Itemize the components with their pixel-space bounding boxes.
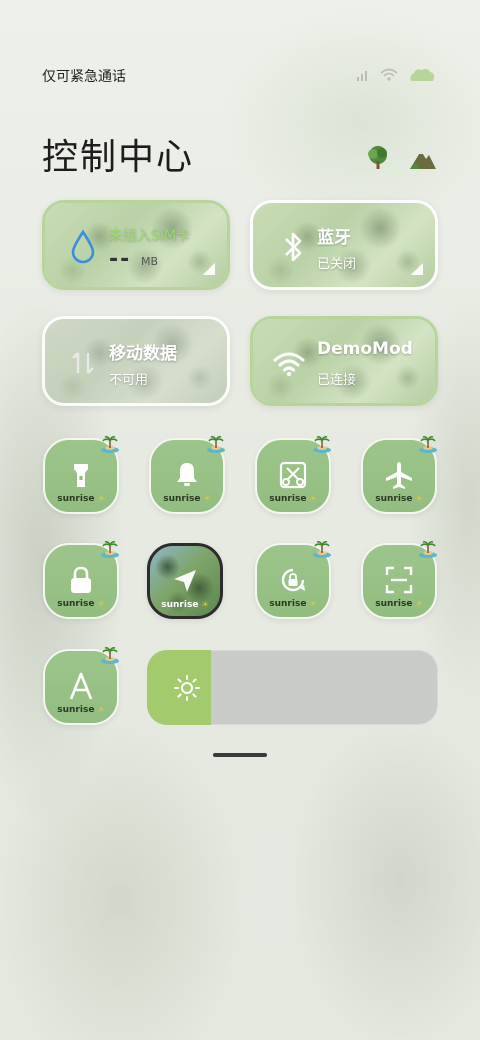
- wifi-status-icon: [380, 68, 398, 81]
- airplane-icon: [386, 462, 412, 489]
- lock-screen-tile[interactable]: sunrise ☀: [43, 541, 119, 619]
- sim-status-text: 未插入SIM卡: [109, 228, 191, 244]
- bluetooth-title: 蓝牙: [317, 228, 351, 248]
- bluetooth-icon: [285, 232, 302, 262]
- page-title: 控制中心: [42, 137, 195, 178]
- water-drop-icon: [71, 229, 95, 264]
- tile-label: sunrise ☀: [375, 494, 423, 504]
- palm-island-icon: [101, 541, 119, 558]
- tile-label: sunrise ☀: [163, 494, 211, 504]
- lock-icon: [71, 566, 91, 593]
- signal-icon: [357, 71, 367, 81]
- tile-label: sunrise ☀: [269, 599, 317, 609]
- tile-label: sunrise ☀: [161, 600, 209, 610]
- font-size-tile[interactable]: sunrise ☀: [43, 647, 119, 725]
- location-tile[interactable]: sunrise ☀: [147, 543, 223, 619]
- expand-corner-icon: [203, 263, 215, 275]
- tile-label: sunrise ☀: [57, 705, 105, 715]
- palm-island-icon: [419, 436, 437, 453]
- status-carrier-text: 仅可紧急通话: [42, 69, 126, 85]
- silent-mode-tile[interactable]: sunrise ☀: [149, 436, 225, 514]
- mobile-data-title: 移动数据: [109, 344, 177, 364]
- tile-label: sunrise ☀: [57, 599, 105, 609]
- tile-label: sunrise ☀: [375, 599, 423, 609]
- wifi-status: 已连接: [317, 373, 357, 388]
- scan-icon: [385, 566, 413, 594]
- tile-label: sunrise ☀: [269, 494, 317, 504]
- palm-island-icon: [207, 436, 225, 453]
- tree-icon[interactable]: [363, 143, 393, 173]
- bell-icon: [177, 463, 197, 486]
- airplane-mode-tile[interactable]: sunrise ☀: [361, 436, 437, 514]
- data-usage-unit: MB: [141, 255, 159, 268]
- mountain-icon[interactable]: [408, 143, 438, 173]
- mobile-data-status: 不可用: [109, 373, 149, 388]
- flashlight-icon: [74, 464, 88, 487]
- data-usage-card[interactable]: 未插入SIM卡 -- MB: [42, 200, 230, 290]
- rotation-lock-icon: [281, 568, 305, 592]
- data-usage-value: --: [109, 247, 132, 272]
- flashlight-tile[interactable]: sunrise ☀: [43, 436, 119, 514]
- palm-island-icon: [419, 541, 437, 558]
- screenshot-scissors-icon: [279, 461, 307, 489]
- palm-island-icon: [101, 436, 119, 453]
- tile-label: sunrise ☀: [57, 494, 105, 504]
- mobile-data-card[interactable]: 移动数据 不可用: [42, 316, 230, 406]
- palm-island-icon: [313, 541, 331, 558]
- bluetooth-card[interactable]: 蓝牙 已关闭: [250, 200, 438, 290]
- scanner-tile[interactable]: sunrise ☀: [361, 541, 437, 619]
- location-arrow-icon: [174, 570, 196, 592]
- status-icons: [356, 66, 436, 84]
- mobile-data-arrows-icon: [72, 352, 94, 374]
- battery-icon: [410, 68, 435, 81]
- rotation-lock-tile[interactable]: sunrise ☀: [255, 541, 331, 619]
- wifi-icon: [273, 352, 305, 376]
- screenshot-tile[interactable]: sunrise ☀: [255, 436, 331, 514]
- home-indicator[interactable]: [213, 753, 267, 757]
- bluetooth-status: 已关闭: [317, 257, 357, 272]
- brightness-sun-icon: [174, 675, 200, 701]
- wifi-card[interactable]: DemoMod 已连接: [250, 316, 438, 406]
- wifi-title: DemoMod: [317, 339, 413, 359]
- palm-island-icon: [313, 436, 331, 453]
- expand-corner-icon: [411, 263, 423, 275]
- brightness-slider[interactable]: [147, 650, 438, 725]
- palm-island-icon: [101, 647, 119, 664]
- font-size-icon: [69, 672, 93, 700]
